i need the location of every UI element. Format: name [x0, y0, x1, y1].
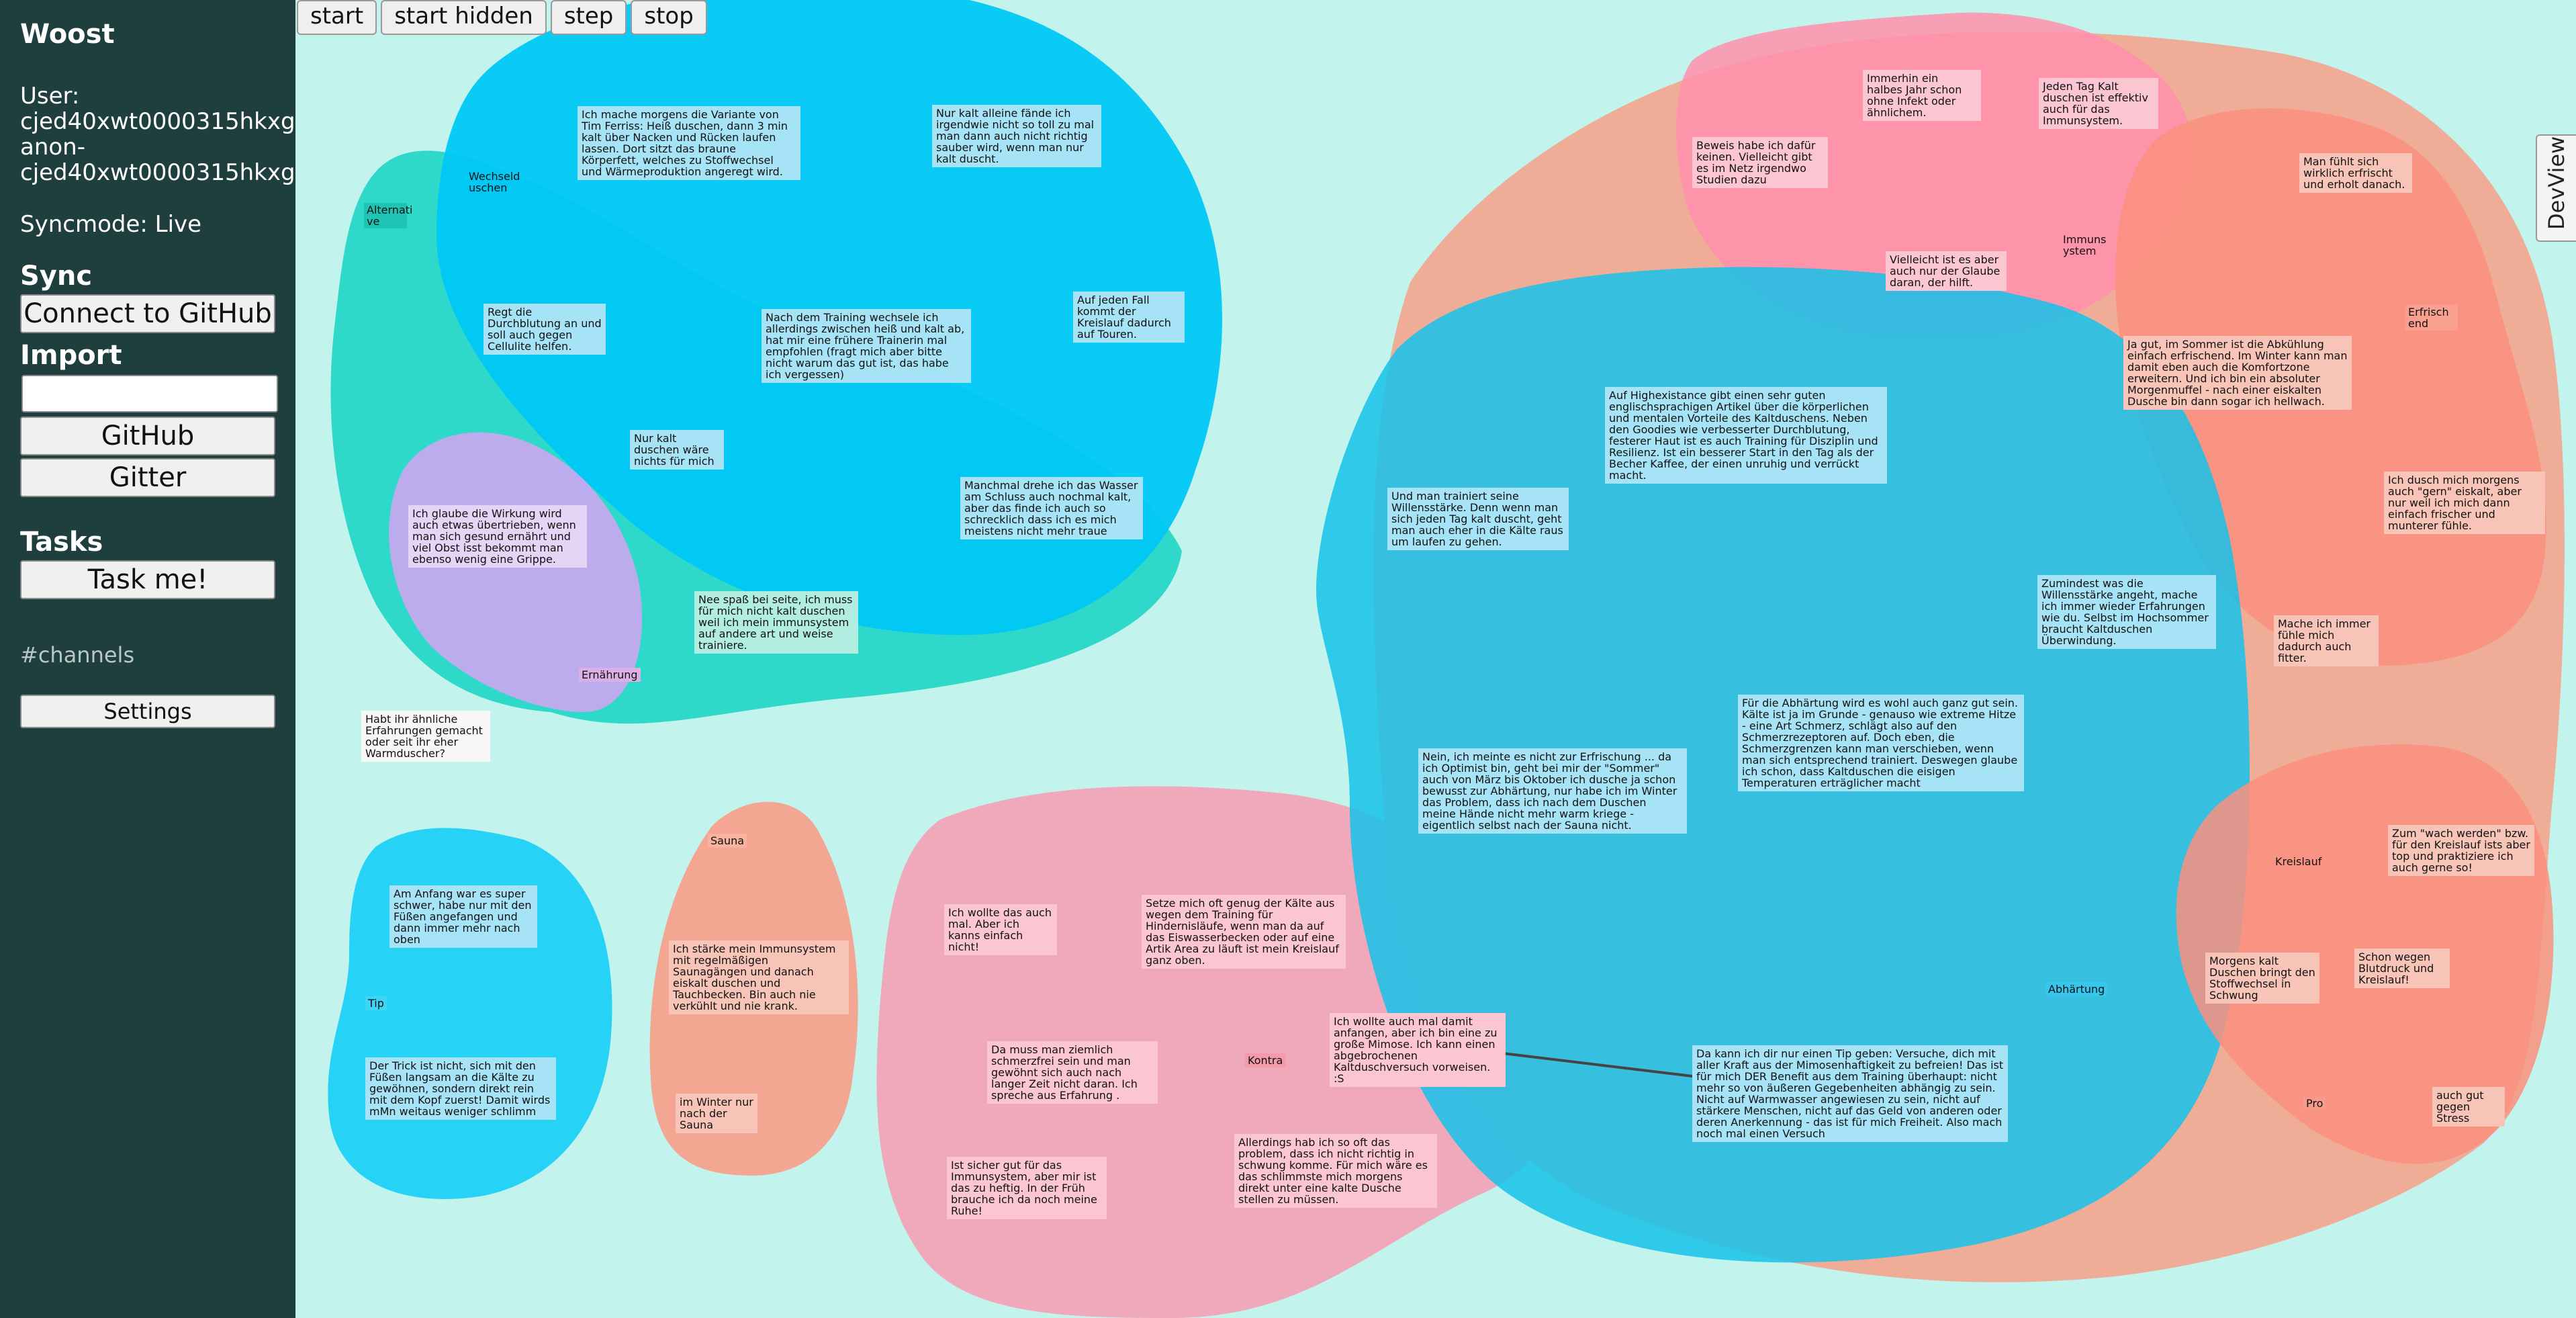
note-highextasience[interactable]: Auf Highexistance gibt einen sehr guten …: [1605, 387, 1887, 484]
note-kanns-nicht[interactable]: Ich wollte das auch mal. Aber ich kanns …: [944, 904, 1057, 955]
note-schluss-kalt[interactable]: Manchmal drehe ich das Wasser am Schluss…: [960, 477, 1143, 539]
import-heading: Import: [20, 340, 122, 371]
note-wechselduschen[interactable]: Wechseld uschen: [465, 168, 520, 196]
note-mimose[interactable]: Ich wollte auch mal damit anfangen, aber…: [1330, 1013, 1506, 1087]
start-button[interactable]: start: [297, 0, 377, 35]
anon-id: cjed40xwt0000315hkxgla: [20, 159, 295, 186]
group-label-sauna[interactable]: Sauna: [708, 834, 747, 848]
note-wirkung[interactable]: Ich glaube die Wirkung wird auch etwas ü…: [408, 505, 587, 568]
connect-github-button[interactable]: Connect to GitHub: [20, 294, 275, 333]
toolbar: start start hidden step stop: [297, 0, 711, 35]
note-abhaertung-text[interactable]: Für die Abhärtung wird es wohl auch ganz…: [1738, 695, 2024, 791]
note-aehnliche[interactable]: Habt ihr ähnliche Erfahrungen gemacht od…: [361, 711, 490, 762]
note-immunsystem-trainiere[interactable]: Nee spaß bei seite, ich muss für mich ni…: [694, 591, 858, 654]
group-shapes: [328, 0, 2565, 1318]
devview-label: DevView: [2544, 136, 2569, 230]
anon-label: anon-: [20, 134, 86, 161]
group-label-kontra[interactable]: Kontra: [1245, 1053, 1286, 1067]
note-wach-werden[interactable]: Zum "wach werden" bzw. für den Kreislauf…: [2388, 825, 2534, 876]
note-willensstaerke[interactable]: Und man trainiert seine Willensstärke. D…: [1387, 488, 1569, 550]
import-gitter-button[interactable]: Gitter: [20, 458, 275, 497]
sidebar: Woost User: cjed40xwt0000315hkxgla anon-…: [0, 0, 295, 1318]
group-shape-tip: [328, 828, 612, 1199]
note-willensstaerke-angeht[interactable]: Zumindest was die Willensstärke angeht, …: [2037, 575, 2216, 649]
task-me-button[interactable]: Task me!: [20, 560, 275, 599]
note-sauna-immun[interactable]: Ich stärke mein Immunsystem mit regelmäß…: [669, 940, 849, 1014]
group-label-immunsystem[interactable]: Immuns ystem: [2060, 232, 2113, 258]
note-training-wechsel[interactable]: Nach dem Training wechsele ich allerding…: [762, 309, 971, 383]
group-label-kreislauf[interactable]: Kreislauf: [2272, 854, 2324, 869]
import-github-button[interactable]: GitHub: [20, 416, 275, 455]
start-hidden-button[interactable]: start hidden: [381, 0, 547, 35]
note-schmerzfrei[interactable]: Da muss man ziemlich schmerzfrei sein un…: [987, 1041, 1158, 1104]
devview-tab[interactable]: DevView: [2536, 134, 2576, 242]
note-glaube[interactable]: Vielleicht ist es aber auch nur der Glau…: [1886, 251, 2007, 291]
note-zu-heftig[interactable]: Ist sicher gut für das Immunsystem, aber…: [947, 1157, 1107, 1219]
sync-mode: Syncmode: Live: [20, 211, 202, 238]
note-gern-eiskalt[interactable]: Ich dusch mich morgens auch "gern" eiska…: [2384, 472, 2545, 534]
note-stress[interactable]: auch gut gegen Stress: [2432, 1087, 2505, 1127]
note-jeden-tag[interactable]: Jeden Tag Kalt duschen ist effektiv auch…: [2039, 78, 2158, 129]
note-durchblutung[interactable]: Regt die Durchblutung an und soll auch g…: [484, 304, 606, 355]
note-fitter[interactable]: Mache ich immer fühle mich dadurch auch …: [2274, 615, 2379, 666]
note-hindernislaeufe[interactable]: Setze mich oft genug der Kälte aus wegen…: [1142, 895, 1346, 969]
app-title: Woost: [20, 19, 115, 50]
note-optimist[interactable]: Nein, ich meinte es nicht zur Erfrischun…: [1418, 748, 1687, 834]
step-button[interactable]: step: [550, 0, 627, 35]
note-beweis[interactable]: Beweis habe ich dafür keinen. Vielleicht…: [1692, 137, 1828, 188]
group-label-abhaertung[interactable]: Abhärtung: [2045, 982, 2108, 996]
note-schwung[interactable]: Allerdings hab ich so oft das problem, d…: [1234, 1134, 1437, 1208]
import-input[interactable]: [21, 375, 278, 412]
note-trick[interactable]: Der Trick ist nicht, sich mit den Füßen …: [365, 1057, 556, 1120]
note-kreislauf-touren[interactable]: Auf jeden Fall kommt der Kreislauf dadur…: [1073, 292, 1185, 343]
group-label-ernaehrung[interactable]: Ernährung: [579, 668, 641, 682]
graph-canvas[interactable]: Alternati ve Ernährung Sauna Tip Kontra …: [295, 0, 2576, 1318]
note-nur-kalt-nichts[interactable]: Nur kalt duschen wäre nichts für mich: [630, 430, 724, 470]
note-tim-ferriss[interactable]: Ich mache morgens die Variante von Tim F…: [578, 106, 800, 180]
group-label-tip[interactable]: Tip: [365, 996, 387, 1010]
user-id: cjed40xwt0000315hkxgla: [20, 108, 295, 135]
stop-button[interactable]: stop: [631, 0, 707, 35]
user-label: User:: [20, 83, 80, 109]
note-sommer[interactable]: Ja gut, im Sommer ist die Abkühlung einf…: [2123, 336, 2352, 410]
channels-link[interactable]: #channels: [20, 642, 275, 668]
group-label-erfrischend[interactable]: Erfrisch end: [2405, 305, 2458, 331]
note-stoffwechsel[interactable]: Morgens kalt Duschen bringt den Stoffwec…: [2205, 953, 2319, 1004]
settings-button[interactable]: Settings: [20, 695, 275, 728]
group-label-pro[interactable]: Pro: [2303, 1096, 2326, 1110]
note-halbes-jahr[interactable]: Immerhin ein halbes Jahr schon ohne Infe…: [1863, 70, 1981, 121]
tasks-heading: Tasks: [20, 527, 103, 558]
note-winter-sauna[interactable]: im Winter nur nach der Sauna: [676, 1094, 757, 1133]
note-erfrischt[interactable]: Man fühlt sich wirklich erfrischt und er…: [2299, 153, 2412, 193]
note-nur-kalt[interactable]: Nur kalt alleine fände ich irgendwie nic…: [932, 105, 1101, 167]
sync-heading: Sync: [20, 261, 93, 292]
note-anfang[interactable]: Am Anfang war es super schwer, habe nur …: [389, 885, 537, 948]
group-label-alternative[interactable]: Alternati ve: [364, 203, 412, 228]
note-tip-text[interactable]: Da kann ich dir nur einen Tip geben: Ver…: [1692, 1045, 2008, 1142]
note-blutdruck[interactable]: Schon wegen Blutdruck und Kreislauf!: [2354, 949, 2450, 988]
